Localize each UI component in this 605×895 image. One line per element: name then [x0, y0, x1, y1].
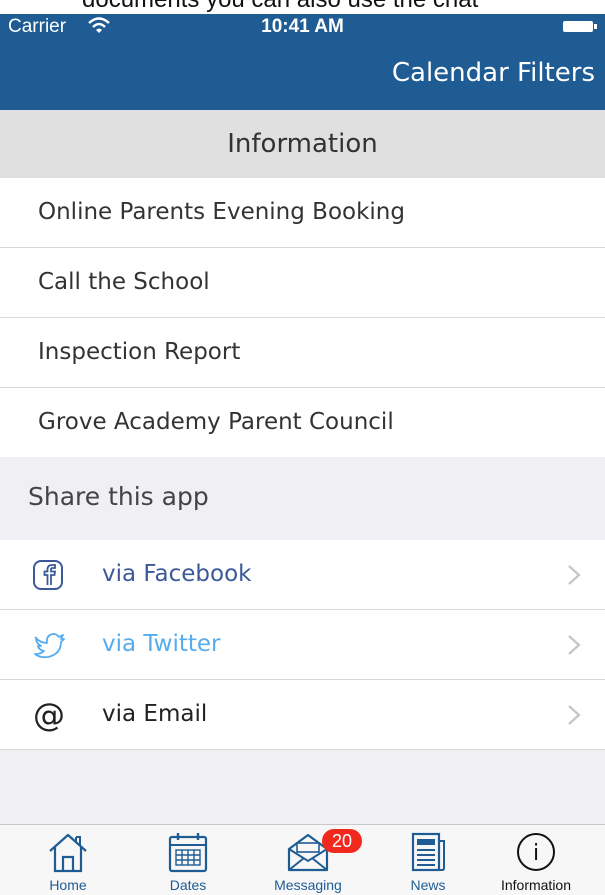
- information-header-label: Information: [227, 129, 378, 159]
- chevron-right-icon: [568, 565, 581, 585]
- list-item-parent-council[interactable]: Grove Academy Parent Council: [0, 388, 605, 457]
- list-item-label: Call the School: [38, 269, 210, 295]
- battery-icon: [563, 21, 597, 32]
- share-email-row[interactable]: @ via Email: [0, 680, 605, 750]
- background-page-strip: documents you can also use the chat: [0, 0, 605, 14]
- tab-label: Home: [49, 877, 87, 893]
- status-bar: Carrier 10:41 AM: [0, 14, 605, 40]
- information-section-header: Information: [0, 110, 605, 178]
- info-icon: i: [517, 833, 555, 871]
- share-facebook-row[interactable]: via Facebook: [0, 540, 605, 610]
- tab-messaging[interactable]: 20 Messaging: [258, 825, 362, 895]
- home-icon: [49, 833, 87, 873]
- svg-text:i: i: [533, 841, 539, 866]
- tab-bar: Home Dates 20 Messaging News i Informati…: [0, 824, 605, 895]
- chevron-right-icon: [568, 635, 581, 655]
- tab-label: Dates: [169, 877, 207, 893]
- tab-label: News: [410, 877, 446, 893]
- list-item-inspection-report[interactable]: Inspection Report: [0, 318, 605, 388]
- tab-information[interactable]: i Information: [486, 825, 586, 895]
- list-item-label: Online Parents Evening Booking: [38, 199, 405, 225]
- share-section-header: Share this app: [0, 458, 605, 540]
- chevron-right-icon: [568, 705, 581, 725]
- list-item-parents-evening-booking[interactable]: Online Parents Evening Booking: [0, 178, 605, 248]
- svg-text:@: @: [33, 698, 65, 732]
- list-item-label: Grove Academy Parent Council: [38, 409, 394, 435]
- navigation-bar: Calendar Filters: [0, 40, 605, 110]
- calendar-filters-button[interactable]: Calendar Filters: [392, 58, 595, 88]
- newspaper-icon: [411, 832, 445, 872]
- list-item-call-school[interactable]: Call the School: [0, 248, 605, 318]
- tab-dates[interactable]: Dates: [138, 825, 238, 895]
- share-email-label: via Email: [102, 701, 208, 727]
- background-page-text: documents you can also use the chat: [82, 0, 478, 14]
- share-twitter-row[interactable]: via Twitter: [0, 610, 605, 680]
- share-list: via Facebook via Twitter @ via Email: [0, 540, 605, 750]
- calendar-icon: [168, 833, 208, 873]
- tab-label: Information: [500, 877, 572, 893]
- share-header-label: Share this app: [28, 482, 209, 511]
- share-twitter-label: via Twitter: [102, 631, 221, 657]
- facebook-icon: [33, 560, 63, 590]
- tab-home[interactable]: Home: [18, 825, 118, 895]
- at-sign-icon: @: [33, 698, 65, 732]
- share-facebook-label: via Facebook: [102, 561, 252, 587]
- tab-label: Messaging: [274, 877, 342, 893]
- unread-badge: 20: [322, 829, 362, 853]
- information-list: Online Parents Evening Booking Call the …: [0, 178, 605, 457]
- tab-news[interactable]: News: [378, 825, 478, 895]
- status-time: 10:41 AM: [261, 16, 344, 37]
- list-item-label: Inspection Report: [38, 339, 241, 365]
- twitter-icon: [34, 633, 65, 659]
